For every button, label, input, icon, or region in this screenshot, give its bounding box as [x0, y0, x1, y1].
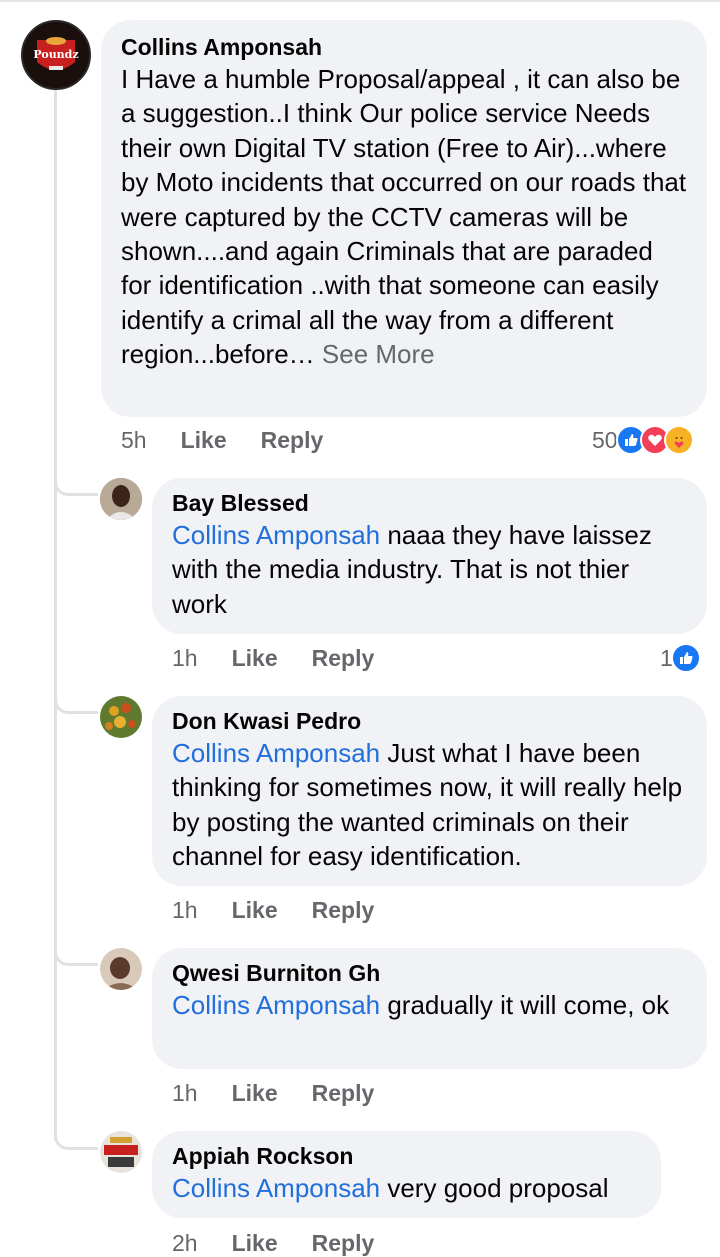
thread-branch — [54, 942, 98, 966]
reply-time[interactable]: 1h — [172, 1080, 198, 1107]
reply-button[interactable]: Reply — [312, 897, 375, 924]
reply-text: Collins Amponsah gradually it will come,… — [172, 988, 687, 1022]
thread-branch — [54, 690, 98, 714]
reply-button[interactable]: Reply — [312, 1080, 375, 1107]
comment-bubble[interactable]: Collins Amponsah I Have a humble Proposa… — [101, 20, 707, 417]
reaction-count: 50 — [592, 426, 618, 453]
reply-time[interactable]: 1h — [172, 897, 198, 924]
reply-body: gradually it will come, ok — [380, 990, 670, 1020]
reply-actions: 1h Like Reply — [172, 897, 408, 924]
avatar[interactable] — [100, 478, 142, 520]
avatar[interactable] — [100, 1131, 142, 1173]
reply-author[interactable]: Don Kwasi Pedro — [172, 706, 687, 736]
profile-photo-icon — [100, 948, 142, 990]
thread-branch — [54, 1126, 98, 1150]
reply-bubble[interactable]: Don Kwasi Pedro Collins Amponsah Just wh… — [152, 696, 707, 886]
see-more-link[interactable]: See More — [322, 339, 435, 369]
care-icon — [663, 425, 694, 455]
reaction-summary[interactable]: 1 — [660, 643, 701, 673]
reply-text: Collins Amponsah Just what I have been t… — [172, 736, 687, 874]
comment-time[interactable]: 5h — [121, 427, 147, 454]
like-icon — [670, 643, 701, 673]
mention-link[interactable]: Collins Amponsah — [172, 738, 380, 768]
reply-time[interactable]: 2h — [172, 1230, 198, 1257]
reply-bubble[interactable]: Bay Blessed Collins Amponsah naaa they h… — [152, 478, 707, 634]
reply-text: Collins Amponsah naaa they have laissez … — [172, 518, 687, 621]
comment-author[interactable]: Collins Amponsah — [121, 32, 687, 62]
like-button[interactable]: Like — [232, 1230, 278, 1257]
reply-actions: 1h Like Reply — [172, 645, 408, 672]
reply-text: Collins Amponsah very good proposal — [172, 1171, 641, 1205]
reply-author[interactable]: Bay Blessed — [172, 488, 687, 518]
thread-line — [54, 90, 57, 1140]
mention-link[interactable]: Collins Amponsah — [172, 990, 380, 1020]
like-button[interactable]: Like — [181, 427, 227, 454]
thread-branch — [54, 472, 98, 496]
reply-bubble[interactable]: Appiah Rockson Collins Amponsah very goo… — [152, 1131, 661, 1218]
like-button[interactable]: Like — [232, 897, 278, 924]
reaction-summary[interactable]: 50 — [592, 425, 694, 455]
top-divider — [0, 0, 720, 2]
avatar[interactable] — [100, 948, 142, 990]
reply-time[interactable]: 1h — [172, 645, 198, 672]
mention-link[interactable]: Collins Amponsah — [172, 1173, 380, 1203]
comment-actions: 5h Like Reply — [121, 427, 357, 454]
reply-author[interactable]: Appiah Rockson — [172, 1141, 641, 1171]
reply-actions: 1h Like Reply — [172, 1080, 408, 1107]
avatar-logo-text: Poundz — [33, 48, 79, 61]
avatar[interactable]: Poundz — [21, 20, 91, 90]
reply-button[interactable]: Reply — [312, 645, 375, 672]
profile-photo-icon — [100, 1131, 142, 1173]
comment-body: I Have a humble Proposal/appeal , it can… — [121, 64, 687, 370]
profile-photo-icon — [100, 696, 142, 738]
like-button[interactable]: Like — [232, 1080, 278, 1107]
reply-button[interactable]: Reply — [312, 1230, 375, 1257]
avatar[interactable] — [100, 696, 142, 738]
reply-button[interactable]: Reply — [261, 427, 324, 454]
reply-body: very good proposal — [380, 1173, 609, 1203]
comment-text: I Have a humble Proposal/appeal , it can… — [121, 62, 687, 372]
reply-actions: 2h Like Reply — [172, 1230, 408, 1257]
mention-link[interactable]: Collins Amponsah — [172, 520, 380, 550]
profile-photo-icon — [100, 478, 142, 520]
reply-bubble[interactable]: Qwesi Burniton Gh Collins Amponsah gradu… — [152, 948, 707, 1069]
like-button[interactable]: Like — [232, 645, 278, 672]
reply-author[interactable]: Qwesi Burniton Gh — [172, 958, 687, 988]
